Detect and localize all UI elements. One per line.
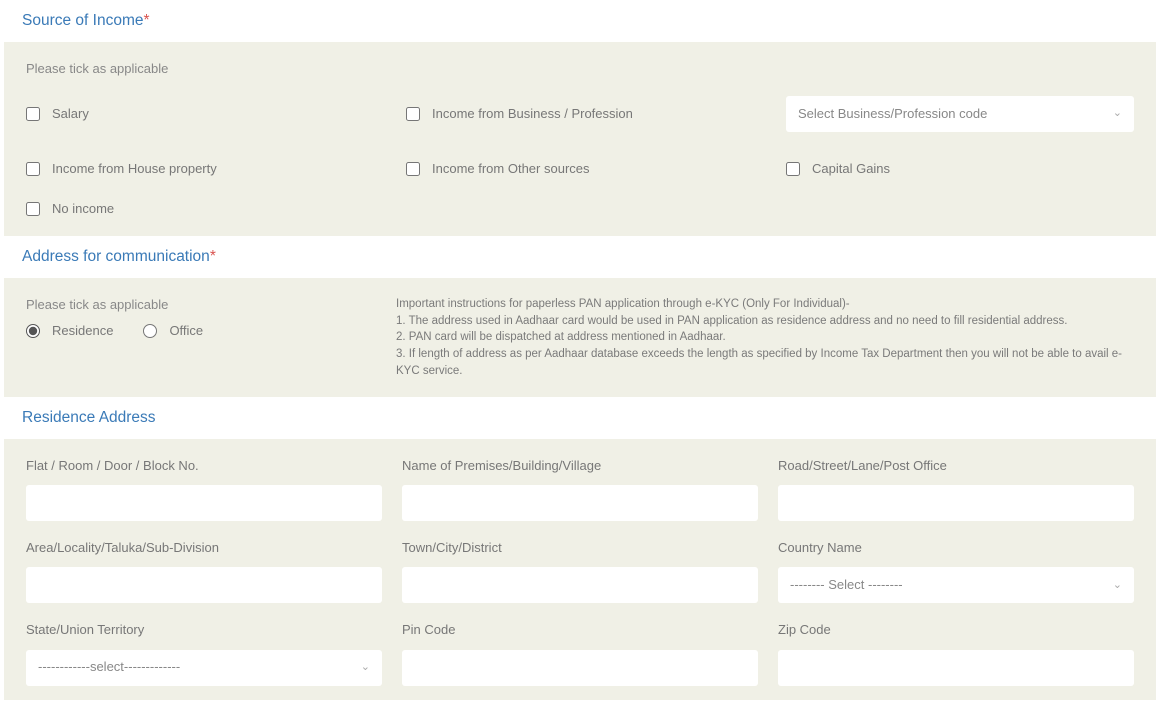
section-header-income: Source of Income* bbox=[0, 0, 1160, 42]
label-flat: Flat / Room / Door / Block No. bbox=[26, 457, 382, 475]
address-comm-section-body: Please tick as applicable Residence Offi… bbox=[4, 278, 1156, 397]
label-house: Income from House property bbox=[52, 160, 217, 178]
required-asterisk: * bbox=[143, 12, 149, 29]
label-pin: Pin Code bbox=[402, 621, 758, 639]
section-title-residence: Residence Address bbox=[22, 409, 156, 426]
input-flat[interactable] bbox=[26, 485, 382, 521]
label-other: Income from Other sources bbox=[432, 160, 590, 178]
section-title-income: Source of Income bbox=[22, 12, 143, 29]
input-area[interactable] bbox=[26, 567, 382, 603]
label-state: State/Union Territory bbox=[26, 621, 382, 639]
label-road: Road/Street/Lane/Post Office bbox=[778, 457, 1134, 475]
label-area: Area/Locality/Taluka/Sub-Division bbox=[26, 539, 382, 557]
label-no-income: No income bbox=[52, 200, 114, 218]
label-business: Income from Business / Profession bbox=[432, 105, 633, 123]
input-road[interactable] bbox=[778, 485, 1134, 521]
section-title-address-comm: Address for communication bbox=[22, 248, 210, 265]
select-state[interactable]: ------------select------------- ⌄ bbox=[26, 650, 382, 686]
chevron-down-icon: ⌄ bbox=[361, 660, 370, 675]
required-asterisk: * bbox=[210, 248, 216, 265]
label-zip: Zip Code bbox=[778, 621, 1134, 639]
instruction-3: 3. If length of address as per Aadhaar d… bbox=[396, 346, 1134, 379]
select-country-value: -------- Select -------- bbox=[790, 576, 903, 594]
checkbox-other[interactable] bbox=[406, 162, 420, 176]
section-header-address-comm: Address for communication* bbox=[0, 236, 1160, 278]
instruction-2: 2. PAN card will be dispatched at addres… bbox=[396, 329, 1134, 346]
select-country[interactable]: -------- Select -------- ⌄ bbox=[778, 567, 1134, 603]
label-premises: Name of Premises/Building/Village bbox=[402, 457, 758, 475]
select-business-code[interactable]: Select Business/Profession code ⌄ bbox=[786, 96, 1134, 132]
label-capital: Capital Gains bbox=[812, 160, 890, 178]
income-hint: Please tick as applicable bbox=[26, 60, 1134, 78]
chevron-down-icon: ⌄ bbox=[1113, 106, 1122, 121]
checkbox-no-income[interactable] bbox=[26, 202, 40, 216]
checkbox-capital[interactable] bbox=[786, 162, 800, 176]
label-country: Country Name bbox=[778, 539, 1134, 557]
label-town: Town/City/District bbox=[402, 539, 758, 557]
instruction-1: 1. The address used in Aadhaar card woul… bbox=[396, 313, 1134, 330]
input-town[interactable] bbox=[402, 567, 758, 603]
input-pin[interactable] bbox=[402, 650, 758, 686]
radio-office[interactable] bbox=[143, 324, 157, 338]
checkbox-business[interactable] bbox=[406, 107, 420, 121]
label-salary: Salary bbox=[52, 105, 89, 123]
instructions-title: Important instructions for paperless PAN… bbox=[396, 296, 1134, 313]
select-state-value: ------------select------------- bbox=[38, 658, 180, 676]
label-residence: Residence bbox=[52, 322, 113, 340]
section-header-residence: Residence Address bbox=[0, 397, 1160, 439]
input-zip[interactable] bbox=[778, 650, 1134, 686]
checkbox-salary[interactable] bbox=[26, 107, 40, 121]
chevron-down-icon: ⌄ bbox=[1113, 578, 1122, 593]
income-section-body: Please tick as applicable Salary Income … bbox=[4, 42, 1156, 237]
address-comm-hint: Please tick as applicable bbox=[26, 296, 366, 314]
input-premises[interactable] bbox=[402, 485, 758, 521]
checkbox-house[interactable] bbox=[26, 162, 40, 176]
radio-residence[interactable] bbox=[26, 324, 40, 338]
select-business-code-value: Select Business/Profession code bbox=[798, 105, 987, 123]
residence-section-body: Flat / Room / Door / Block No. Name of P… bbox=[4, 439, 1156, 700]
label-office: Office bbox=[169, 322, 203, 340]
